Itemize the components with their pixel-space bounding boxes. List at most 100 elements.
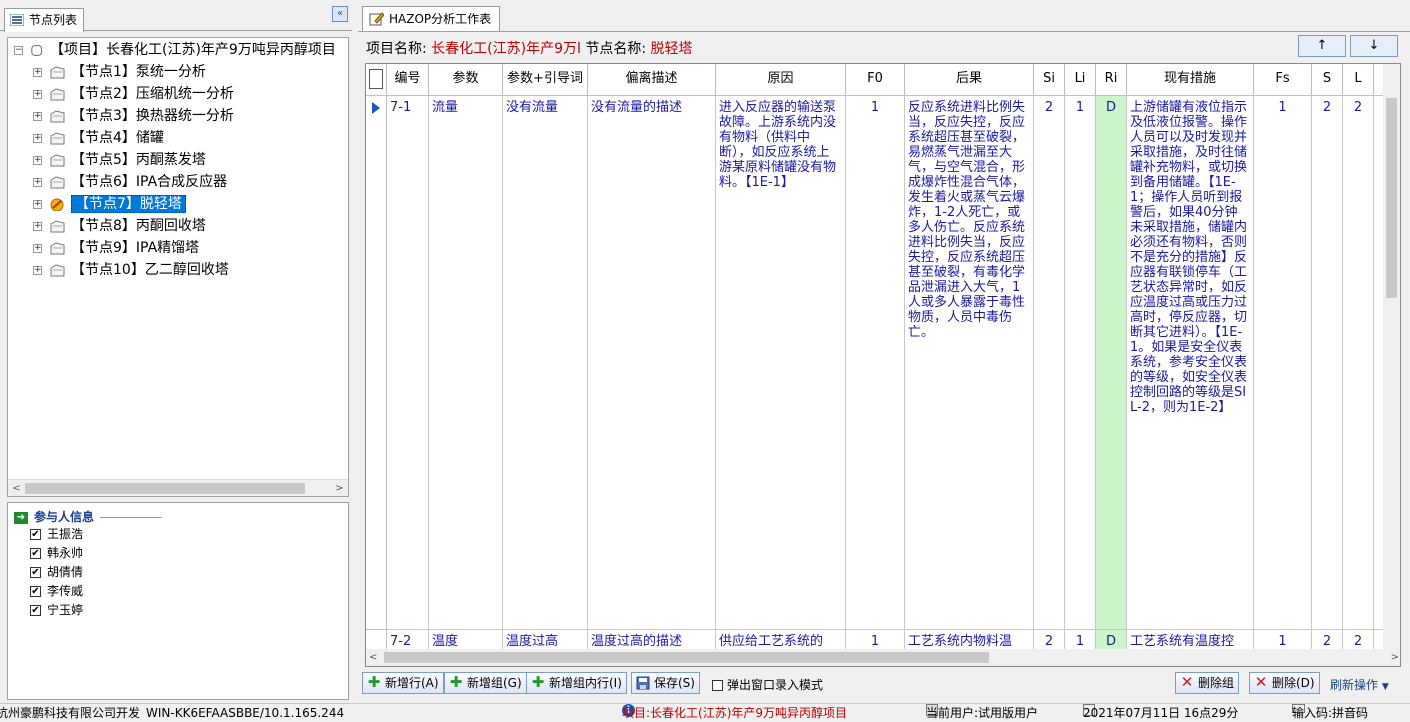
tree-node[interactable]: + 【节点3】换热器统一分析	[33, 105, 234, 127]
column-header[interactable]: L	[1343, 64, 1374, 96]
expand-icon[interactable]: +	[33, 89, 42, 99]
participant-checkbox[interactable]: ✔	[30, 529, 41, 540]
hscroll-thumb[interactable]	[384, 652, 989, 663]
refresh-menu[interactable]: 刷新操作 ▼	[1330, 676, 1389, 693]
column-header[interactable]: F0	[846, 64, 905, 96]
expand-icon[interactable]: +	[33, 111, 42, 121]
expand-icon[interactable]: +	[33, 177, 42, 187]
column-header[interactable]: 编号	[387, 64, 429, 96]
arrow-right-icon: ➜	[14, 511, 28, 524]
move-up-button[interactable]: ↑	[1298, 35, 1346, 57]
tree-node[interactable]: + 【节点4】储罐	[33, 127, 164, 149]
scroll-right-icon[interactable]: >	[331, 480, 348, 496]
participant-checkbox[interactable]: ✔	[30, 586, 41, 597]
tree-node[interactable]: + 【节点1】泵统一分析	[33, 61, 206, 83]
participant-item[interactable]: ✔ 宁玉婷	[30, 601, 83, 620]
tree-node[interactable]: + 【节点7】脱轻塔	[33, 193, 186, 215]
vscroll-thumb[interactable]	[1386, 98, 1397, 298]
scroll-left-icon[interactable]: <	[8, 480, 25, 496]
table-cell-deviation[interactable]: 没有流量的描述	[588, 96, 716, 630]
node-icon	[50, 175, 65, 188]
column-header[interactable]: Si	[1034, 64, 1065, 96]
tree-node[interactable]: + 【节点6】IPA合成反应器	[33, 171, 227, 193]
participant-item[interactable]: ✔ 李传威	[30, 582, 83, 601]
status-user-text: 当前用户:试用版用户	[926, 706, 1039, 720]
delete-label: 删除(D)	[1272, 676, 1315, 690]
add-group-row-button[interactable]: ✚ 新增组内行(I)	[526, 672, 627, 694]
participant-checkbox[interactable]: ✔	[30, 548, 41, 559]
scroll-thumb[interactable]	[25, 483, 305, 494]
delete-group-button[interactable]: ✕ 删除组	[1175, 672, 1240, 694]
hazop-table[interactable]: 编号 参数 参数+引导词 偏离描述 原因 F0 后果 Si Li Ri 现有措施 Fs S L 7-1 流量没…	[365, 63, 1401, 667]
expand-icon[interactable]: +	[33, 155, 42, 165]
participant-checkbox[interactable]: ✔	[30, 567, 41, 578]
column-header[interactable]: Li	[1065, 64, 1096, 96]
tree-node-label: 【节点3】换热器统一分析	[71, 108, 234, 124]
column-header[interactable]: S	[1312, 64, 1343, 96]
scroll-left-icon[interactable]: <	[369, 649, 377, 666]
table-cell-measures[interactable]: 上游储罐有液位指示及低液位报警。操作人员可以及时发现并采取措施，及时往储罐补充物…	[1127, 96, 1254, 630]
column-header[interactable]: 参数	[429, 64, 503, 96]
table-cell-id[interactable]: 7-1	[387, 96, 429, 630]
tab-hazop-worksheet[interactable]: HAZOP分析工作表	[362, 6, 501, 32]
edit-sheet-icon	[369, 12, 384, 26]
table-cell-li[interactable]: 1	[1065, 96, 1096, 630]
tab-node-list[interactable]: 节点列表	[4, 8, 85, 32]
scroll-right-icon[interactable]: >	[1391, 649, 1399, 666]
row-indicator[interactable]	[366, 96, 387, 630]
column-header[interactable]: Ri	[1096, 64, 1127, 96]
node-icon	[50, 65, 65, 78]
table-cell-l[interactable]: 2	[1343, 96, 1374, 630]
expand-icon[interactable]: +	[33, 265, 42, 275]
table-cell-ri[interactable]: D	[1096, 96, 1127, 630]
tree-node[interactable]: + 【节点9】IPA精馏塔	[33, 237, 199, 259]
table-corner[interactable]	[366, 64, 387, 96]
collapse-panel-button[interactable]: «	[332, 6, 348, 22]
table-vscrollbar[interactable]	[1383, 64, 1400, 651]
participant-checkbox[interactable]: ✔	[30, 605, 41, 616]
select-all-box[interactable]	[369, 69, 383, 89]
column-header[interactable]: 原因	[716, 64, 846, 96]
popup-mode-checkbox[interactable]: 弹出窗口录入模式	[712, 676, 823, 693]
table-cell-consequence[interactable]: 反应系统进料比例失当，反应失控，反应系统超压甚至破裂，易燃蒸气泄漏至大气，与空气…	[905, 96, 1034, 630]
table-cell-s[interactable]: 2	[1312, 96, 1343, 630]
move-down-button[interactable]: ↓	[1350, 35, 1398, 57]
tree-node[interactable]: + 【节点2】压缩机统一分析	[33, 83, 234, 105]
column-header[interactable]: 现有措施	[1127, 64, 1254, 96]
expand-icon[interactable]: +	[33, 243, 42, 253]
table-cell-si[interactable]: 2	[1034, 96, 1065, 630]
table-cell-param[interactable]: 流量	[429, 96, 503, 630]
expand-icon[interactable]: +	[33, 199, 42, 209]
status-machine: WIN-KK6EFAASBBE/10.1.165.244	[146, 706, 345, 720]
column-header[interactable]: 偏离描述	[588, 64, 716, 96]
table-cell-cause[interactable]: 进入反应器的输送泵故障。上游系统内没有物料（供料中断），如反应系统上游某原料储罐…	[716, 96, 846, 630]
table-hscrollbar[interactable]: < >	[366, 649, 1400, 666]
column-header[interactable]: 后果	[905, 64, 1034, 96]
participant-name: 王振浩	[47, 527, 84, 541]
tree-root[interactable]: − 【项目】长春化工(江苏)年产9万吨异丙醇项目	[14, 39, 336, 61]
tree-node[interactable]: + 【节点8】丙酮回收塔	[33, 215, 206, 237]
table-cell-f0[interactable]: 1	[846, 96, 905, 630]
participant-item[interactable]: ✔ 王振浩	[30, 525, 83, 544]
add-row-button[interactable]: ✚ 新增行(A)	[362, 672, 444, 694]
table-cell-fs[interactable]: 1	[1254, 96, 1312, 630]
plus-icon: ✚	[449, 673, 463, 691]
table-cell-guide[interactable]: 没有流量	[503, 96, 588, 630]
collapse-icon[interactable]: −	[14, 45, 23, 55]
column-header[interactable]: Fs	[1254, 64, 1312, 96]
participant-item[interactable]: ✔ 韩永帅	[30, 544, 83, 563]
tree-hscrollbar[interactable]: < >	[8, 479, 348, 496]
column-header[interactable]: 参数+引导词	[503, 64, 588, 96]
node-tree[interactable]: − 【项目】长春化工(江苏)年产9万吨异丙醇项目 + 【节点1】泵统一分析 + 【节点2…	[7, 37, 349, 497]
expand-icon[interactable]: +	[33, 133, 42, 143]
participant-item[interactable]: ✔ 胡倩倩	[30, 563, 83, 582]
expand-icon[interactable]: +	[33, 67, 42, 77]
expand-icon[interactable]: +	[33, 221, 42, 231]
delete-button[interactable]: ✕ 删除(D)	[1249, 672, 1320, 694]
tree-node[interactable]: + 【节点10】乙二醇回收塔	[33, 259, 229, 281]
save-button[interactable]: 保存(S)	[631, 672, 700, 694]
tree-node[interactable]: + 【节点5】丙酮蒸发塔	[33, 149, 206, 171]
checkbox-box[interactable]	[712, 680, 723, 691]
add-group-button[interactable]: ✚ 新增组(G)	[444, 672, 527, 694]
project-name-value: 长春化工(江苏)年产9万l	[431, 41, 581, 57]
